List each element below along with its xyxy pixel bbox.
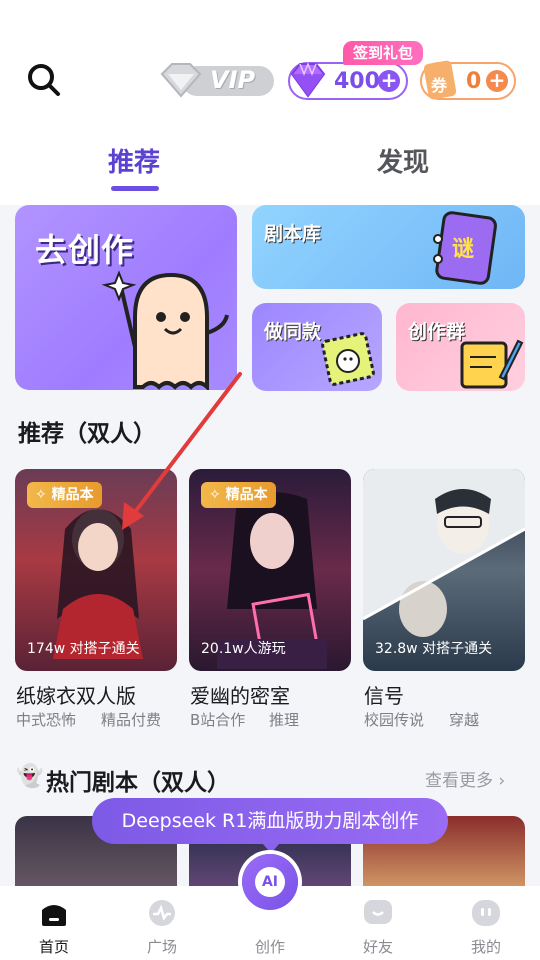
active-tab-indicator — [111, 186, 159, 191]
vip-label: VIP — [210, 66, 256, 94]
nav-label: 首页 — [38, 938, 69, 956]
hot-section-title: 热门剧本（双人） — [46, 770, 230, 796]
script-tag: B站合作 — [190, 711, 246, 729]
create-card-title: 去创作 — [35, 231, 135, 269]
nav-plaza[interactable]: 广场 — [122, 886, 202, 960]
script-library-label: 剧本库 — [264, 223, 322, 245]
nav-label: 好友 — [362, 938, 393, 956]
diamond-gem-icon — [290, 61, 326, 98]
nav-friends[interactable]: 好友 — [338, 886, 418, 960]
nav-home[interactable]: 首页 — [14, 886, 94, 960]
add-ticket-icon[interactable]: + — [486, 70, 508, 92]
ticket-balance[interactable]: 券 0 + — [420, 60, 516, 100]
friends-icon — [364, 900, 392, 924]
ai-create-icon: AI — [242, 854, 298, 910]
premium-badge: ✧ 精品本 — [27, 482, 102, 508]
bottom-nav: 首页 广场 AI 创作 好友 我的 — [0, 854, 540, 960]
play-stat: 174w 对搭子通关 — [27, 641, 140, 657]
coin-balance[interactable]: 400 + — [288, 61, 408, 100]
script-name[interactable]: 纸嫁衣双人版 — [16, 680, 136, 709]
vip-badge[interactable]: VIP — [158, 60, 276, 100]
make-same-label: 做同款 — [264, 321, 322, 343]
make-same-card[interactable]: 做同款 — [252, 303, 382, 391]
premium-badge-label: 精品本 — [51, 487, 94, 503]
tab-discover[interactable]: 发现 — [377, 142, 429, 179]
coin-count: 400 — [334, 69, 380, 94]
create-card[interactable]: 去创作 — [15, 205, 237, 390]
profile-icon — [472, 900, 500, 926]
script-tag: 推理 — [269, 711, 300, 729]
deepseek-tooltip[interactable]: Deepseek R1满血版助力剧本创作 — [92, 798, 448, 853]
plaza-icon — [149, 900, 175, 926]
nav-label: 创作 — [254, 938, 285, 956]
nav-label: 广场 — [146, 938, 177, 956]
top-header: VIP 400 + 签到礼包 券 0 + 推荐 发现 — [0, 0, 540, 205]
script-name[interactable]: 信号 — [364, 680, 404, 709]
play-stat: 20.1w人游玩 — [201, 641, 286, 657]
script-tag: 中式恐怖 — [16, 711, 77, 729]
script-name[interactable]: 爱幽的密室 — [190, 680, 290, 709]
ai-label: AI — [255, 867, 285, 897]
home-icon — [42, 905, 66, 926]
red-arrow-annotation — [122, 372, 242, 530]
ticket-icon-label: 券 — [431, 76, 448, 95]
script-tag: 校园传说 — [364, 711, 425, 729]
creator-group-card[interactable]: 创作群 — [396, 303, 525, 391]
see-more-link[interactable]: 查看更多 › — [425, 766, 505, 791]
see-more-label: 查看更多 — [425, 771, 493, 791]
nav-label: 我的 — [470, 938, 501, 956]
notebook-pen-icon — [460, 339, 524, 389]
script-tag: 穿越 — [449, 711, 480, 729]
sign-in-gift-badge[interactable]: 签到礼包 — [343, 41, 423, 65]
tab-recommend[interactable]: 推荐 — [108, 142, 160, 179]
add-coin-icon[interactable]: + — [378, 70, 400, 92]
stamp-chick-icon — [321, 332, 375, 386]
search-icon[interactable] — [24, 60, 64, 100]
nav-profile[interactable]: 我的 — [446, 886, 526, 960]
nav-create[interactable]: AI 创作 — [230, 854, 310, 960]
recommend-card[interactable]: 32.8w 对搭子通关 — [363, 469, 525, 671]
script-library-card[interactable]: 剧本库 谜 — [252, 205, 525, 289]
ticket-count: 0 — [466, 69, 482, 94]
ghost-emoji-icon: 👻 — [16, 764, 44, 789]
script-tag: 精品付费 — [101, 711, 162, 729]
puzzle-book-label: 谜 — [452, 237, 475, 262]
play-stat: 32.8w 对搭子通关 — [375, 641, 493, 657]
